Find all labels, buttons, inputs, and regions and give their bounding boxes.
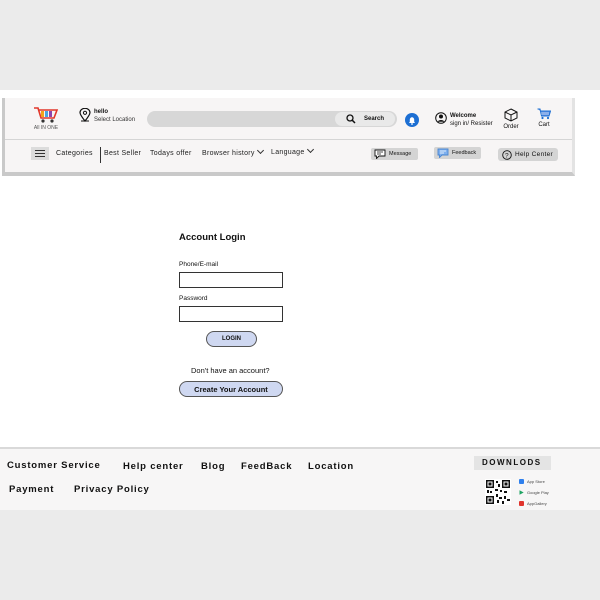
cart-button[interactable]: Cart: [534, 108, 554, 128]
nav-todays-offer[interactable]: Todays offer: [150, 150, 192, 157]
box-icon: [504, 108, 518, 122]
app-store-link[interactable]: App Store: [519, 477, 545, 485]
no-account-text: Don't have an account?: [191, 366, 270, 375]
location-pin-icon: [79, 108, 91, 122]
hamburger-icon: [35, 150, 45, 151]
notification-bell[interactable]: [405, 113, 419, 127]
nav-browser-history[interactable]: Browser history: [202, 146, 264, 157]
nav-bar: Categories Best Seller Todays offer Brow…: [5, 140, 572, 172]
cart-icon: [537, 108, 552, 120]
app-store-icon: [519, 478, 524, 484]
footer-link-customer-service[interactable]: Customer Service: [7, 460, 101, 471]
top-bar: All IN ONE hello Select Location Search …: [5, 98, 572, 140]
order-button[interactable]: Order: [501, 108, 521, 130]
cart-label: Cart: [538, 122, 550, 128]
logo-cart-icon: [34, 107, 59, 123]
footer-link-blog[interactable]: Blog: [201, 461, 225, 472]
google-play-label: Google Play: [527, 489, 549, 495]
search-icon: [346, 114, 356, 124]
search-bar[interactable]: Search: [147, 111, 397, 127]
menu-button[interactable]: [31, 147, 49, 160]
message-button[interactable]: Message: [371, 148, 418, 160]
order-label: Order: [503, 124, 519, 130]
location-greeting: hello: [94, 109, 109, 115]
nav-categories[interactable]: Categories: [56, 150, 93, 157]
app-gallery-icon: [519, 500, 524, 506]
qr-code: [485, 479, 511, 505]
search-button[interactable]: Search: [335, 112, 395, 126]
chevron-down-icon: [256, 146, 264, 155]
message-label: Message: [389, 151, 412, 157]
search-button-label: Search: [363, 116, 384, 122]
logo-text: All IN ONE: [33, 125, 59, 131]
location-selector[interactable]: hello Select Location: [79, 108, 135, 124]
feedback-icon: [437, 148, 449, 158]
app-gallery-link[interactable]: AppGallery: [519, 499, 547, 507]
footer-link-feedback[interactable]: FeedBack: [241, 461, 292, 472]
password-label: Password: [179, 295, 208, 302]
site-footer: Customer Service Help center Blog FeedBa…: [0, 447, 600, 510]
account-welcome: Welcome: [450, 113, 477, 119]
nav-language-label: Language: [271, 149, 305, 156]
logo[interactable]: All IN ONE: [31, 106, 61, 131]
footer-link-location[interactable]: Location: [308, 461, 354, 472]
location-label: Select Location: [94, 117, 136, 123]
login-title: Account Login: [179, 232, 246, 243]
user-icon: [435, 112, 447, 124]
feedback-button[interactable]: Feedback: [434, 147, 481, 159]
app-store-label: App Store: [527, 478, 545, 484]
help-icon: ?: [502, 149, 512, 160]
footer-link-payment[interactable]: Payment: [9, 484, 54, 495]
feedback-label: Feedback: [452, 150, 477, 156]
nav-language[interactable]: Language: [271, 145, 314, 156]
svg-text:?: ?: [505, 152, 509, 159]
google-play-icon: [519, 489, 524, 495]
create-account-button[interactable]: Create Your Account: [179, 381, 283, 397]
sign-in-link[interactable]: sign in/ Resister: [450, 120, 493, 128]
nav-divider: [100, 147, 101, 163]
google-play-link[interactable]: Google Play: [519, 488, 549, 496]
account-menu[interactable]: Welcome sign in/ Resister: [435, 112, 493, 128]
password-input[interactable]: [179, 306, 283, 322]
help-center-label: Help Center: [515, 151, 553, 158]
footer-link-help-center[interactable]: Help center: [123, 461, 184, 472]
phone-email-input[interactable]: [179, 272, 283, 288]
phone-email-label: Phone/E-mail: [179, 261, 219, 268]
app-gallery-label: AppGallery: [527, 500, 547, 506]
nav-browser-history-label: Browser history: [202, 150, 255, 157]
footer-link-privacy-policy[interactable]: Privacy Policy: [74, 484, 150, 495]
chevron-down-icon: [306, 145, 314, 154]
message-icon: [374, 149, 386, 159]
login-button[interactable]: LOGIN: [206, 331, 257, 347]
nav-best-seller[interactable]: Best Seller: [104, 150, 141, 157]
help-center-button[interactable]: ? Help Center: [498, 148, 558, 161]
downloads-title: DOWNLODS: [474, 456, 551, 470]
bell-icon: [409, 116, 415, 125]
site-header: All IN ONE hello Select Location Search …: [2, 98, 575, 176]
